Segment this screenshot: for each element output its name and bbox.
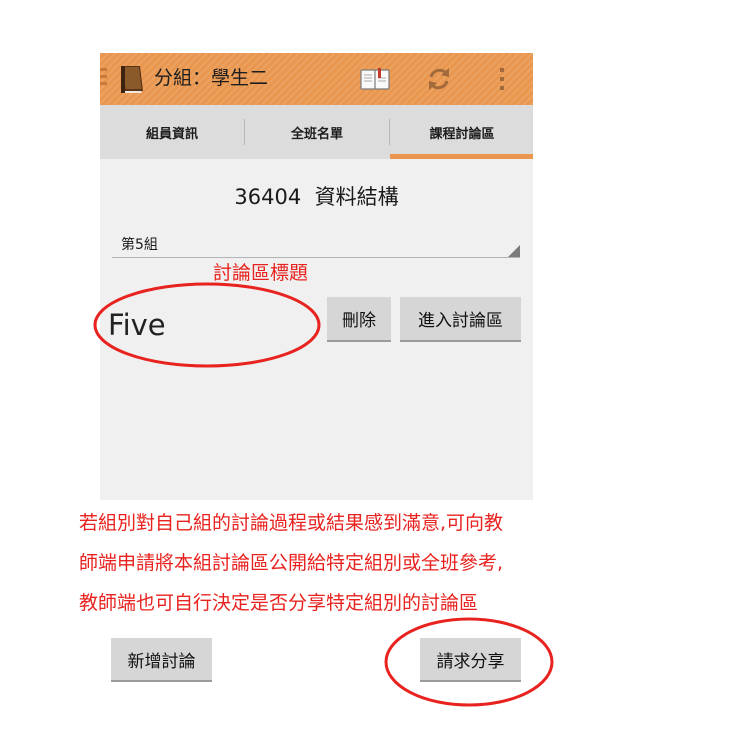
open-book-icon[interactable] <box>359 63 391 95</box>
course-title: 36404 資料結構 <box>234 185 399 209</box>
overflow-menu-icon[interactable] <box>486 63 518 95</box>
group-select[interactable]: 第5組 <box>112 229 520 258</box>
refresh-icon[interactable] <box>423 63 455 95</box>
action-bar: 分組：學生二 <box>100 53 533 105</box>
dropdown-triangle-icon <box>508 245 520 257</box>
delete-button[interactable]: 刪除 <box>327 297 391 342</box>
enter-discussion-button[interactable]: 進入討論區 <box>400 297 521 342</box>
tab-selected-indicator <box>390 154 533 159</box>
new-discussion-button[interactable]: 新增討論 <box>111 638 212 682</box>
tab-course-discussion[interactable]: 課程討論區 <box>390 105 534 159</box>
share-request-button[interactable]: 請求分享 <box>420 638 521 682</box>
app-title: 分組：學生二 <box>154 67 269 89</box>
note-line: 若組別對自己組的討論過程或結果感到滿意,可向教 <box>79 512 504 534</box>
app-screen: 分組：學生二 組員資訊 全班名單 課程討論區 36404 資料結構 第5組 Fi… <box>100 53 533 500</box>
note-line: 師端申請將本組討論區公開給特定組別或全班參考, <box>79 552 504 574</box>
tab-class-list[interactable]: 全班名單 <box>245 105 389 159</box>
tab-members[interactable]: 組員資訊 <box>100 105 244 159</box>
tab-bar: 組員資訊 全班名單 課程討論區 <box>100 105 533 159</box>
note-line: 教師端也可自行決定是否分享特定組別的討論區 <box>79 592 479 614</box>
topic-name: Five <box>108 308 166 342</box>
topic-title-annotation: 討論區標題 <box>213 262 309 284</box>
book-logo-icon <box>121 66 143 93</box>
menu-lines-icon[interactable] <box>100 68 107 90</box>
group-select-value: 第5組 <box>121 237 158 253</box>
